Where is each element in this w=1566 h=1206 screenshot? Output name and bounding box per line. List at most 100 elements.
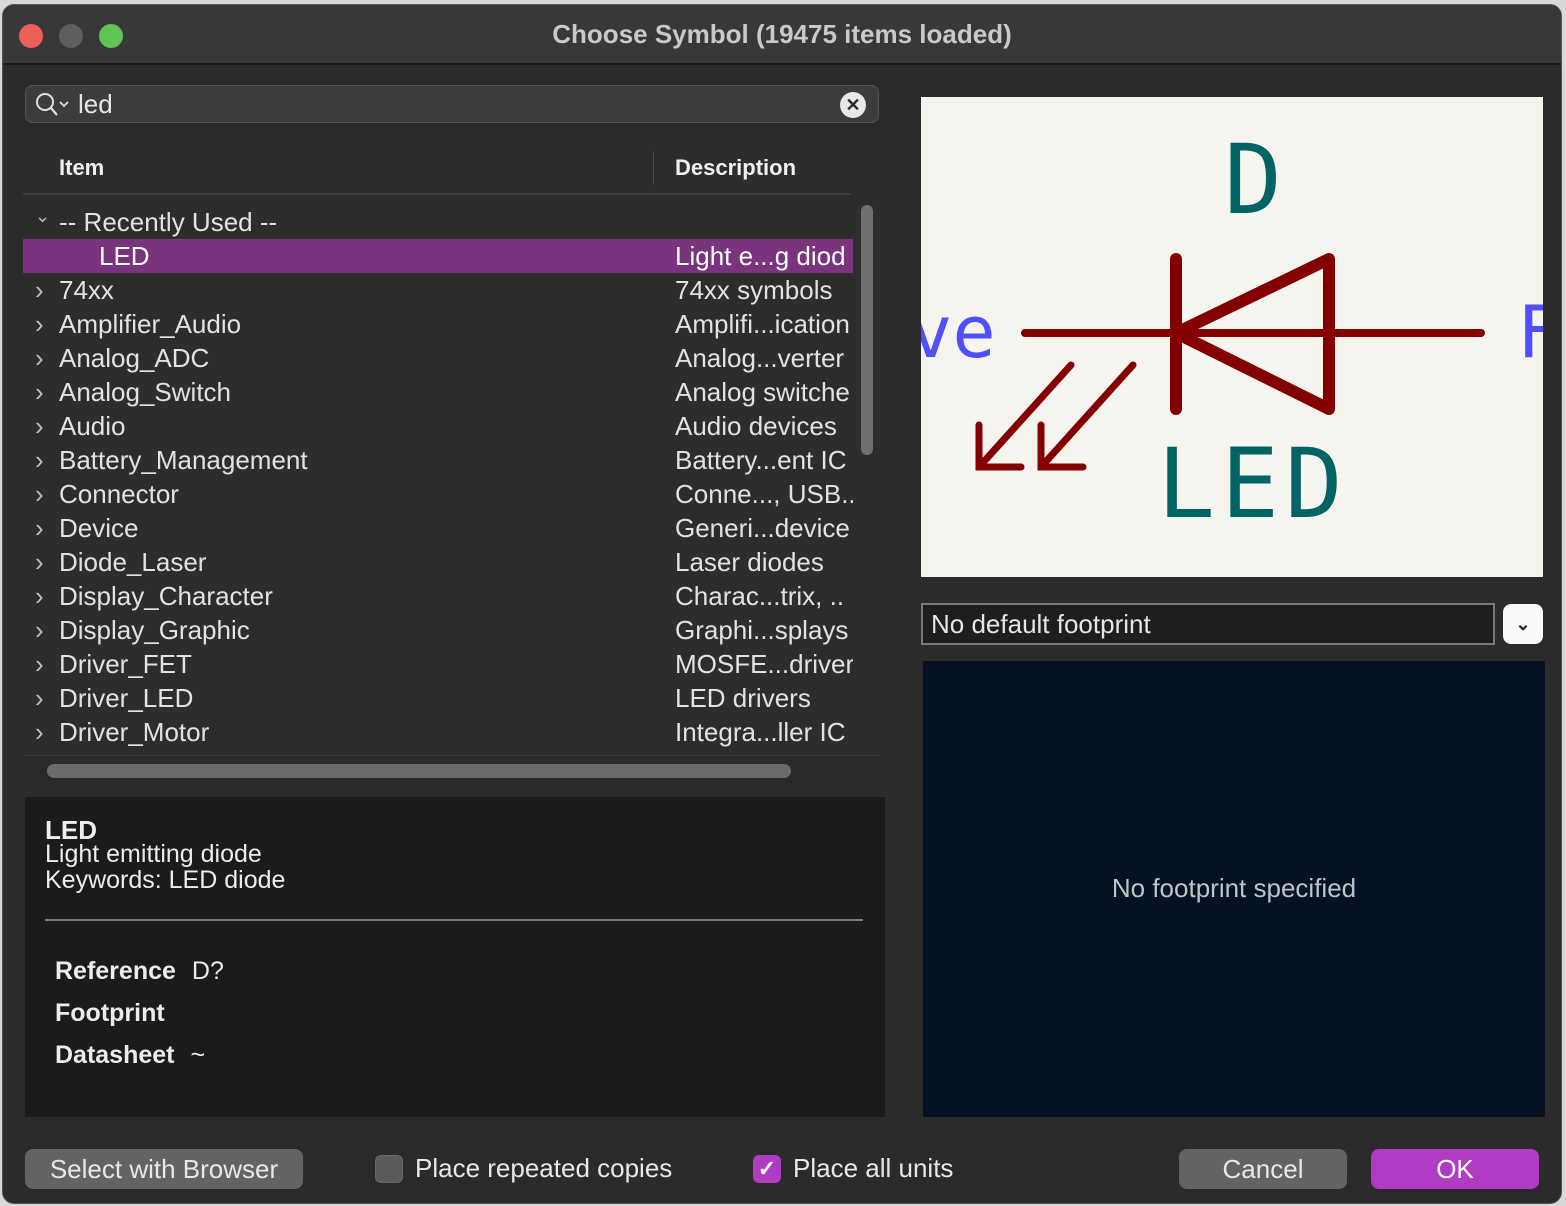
search-input[interactable] [78,88,818,120]
chevron-right-icon[interactable]: › [35,613,51,647]
tree-row-description: Audio devices [675,411,837,441]
chevron-right-icon[interactable]: › [35,647,51,681]
property-value: D? [191,957,224,985]
footprint-preview: No footprint specified [923,661,1545,1117]
property-datasheet: Datasheet ~ [55,1041,205,1070]
symbol-description: Light emitting diode [45,840,262,868]
chevron-right-icon[interactable]: › [35,375,51,409]
tree-row-description: Generi...device [675,513,850,543]
checkmark-icon: ✓ [757,1156,777,1181]
property-value[interactable]: ~ [191,1041,206,1069]
symbol-info-panel: LED Light emitting diode Keywords: LED d… [25,797,885,1117]
tree-row-library[interactable]: › Analog_ADC Analog...verter [23,341,853,375]
tree-row-description: Charac...trix, .. [675,581,845,611]
tree-row-description: LED drivers [675,683,811,713]
ok-button[interactable]: OK [1371,1149,1539,1189]
chevron-down-icon[interactable]: ⌄ [1503,604,1543,644]
value-field: LED [1157,428,1348,540]
horizontal-scroll-thumb[interactable] [47,764,791,778]
tree-row-name: Audio [59,411,126,441]
tree-row-description: Graphi...splays [675,615,849,645]
led-symbol-drawing: ve F D LED [921,124,1543,540]
symbol-tree: Item Description ⌄ -- Recently Used -- LED… [23,143,881,782]
chevron-right-icon[interactable]: › [35,511,51,545]
tree-row-library[interactable]: › Driver_LED LED drivers [23,681,853,715]
property-label: Footprint [55,999,165,1027]
footprint-message: No footprint specified [1111,873,1357,903]
chevron-right-icon[interactable]: › [35,443,51,477]
info-divider [45,919,863,921]
clear-search-icon[interactable]: ✕ [840,92,866,118]
horizontal-scrollbar[interactable] [23,755,881,782]
tree-row-description: Amplifi...ication [675,309,850,339]
tree-row-library[interactable]: › Device Generi...device [23,511,853,545]
chevron-right-icon[interactable]: › [35,409,51,443]
tree-row-library[interactable]: › 74xx 74xx symbols [23,273,853,307]
search-field[interactable]: ✕ [25,85,879,123]
tree-row-library[interactable]: › Audio Audio devices [23,409,853,443]
vertical-scroll-thumb[interactable] [861,205,873,455]
tree-row-name: LED [99,241,150,271]
chevron-right-icon[interactable]: › [35,307,51,341]
chevron-right-icon[interactable]: › [35,341,51,375]
tree-row-description: Integra...ller IC [675,717,846,747]
column-header-item[interactable]: Item [59,155,104,181]
left-pin-name: ve [921,290,996,374]
cancel-button[interactable]: Cancel [1179,1149,1347,1189]
title-bar: Choose Symbol (19475 items loaded) [3,5,1561,65]
reference-field: D [1224,124,1282,236]
chevron-down-icon[interactable]: ⌄ [35,205,51,233]
tree-row-description: Laser diodes [675,547,824,577]
choose-symbol-dialog: Choose Symbol (19475 items loaded) ✕ Ite… [2,4,1562,1204]
tree-row-name: Battery_Management [59,445,308,475]
tree-row-library[interactable]: › Driver_Motor Integra...ller IC [23,715,853,749]
tree-row-library[interactable]: › Amplifier_Audio Amplifi...ication [23,307,853,341]
chevron-right-icon[interactable]: › [35,477,51,511]
tree-row-name: 74xx [59,275,114,305]
symbol-keywords: Keywords: LED diode [45,866,286,894]
property-footprint: Footprint [55,999,181,1028]
tree-rows: ⌄ -- Recently Used -- LED Light e...g diod ›… [23,205,853,753]
tree-row-description: Analog switche [675,377,850,407]
tree-row-description: 74xx symbols [675,275,833,305]
select-with-browser-button[interactable]: Select with Browser [25,1149,303,1189]
tree-row-library[interactable]: › Driver_FET MOSFE...driver [23,647,853,681]
property-label: Datasheet [55,1041,175,1069]
chevron-right-icon[interactable]: › [35,579,51,613]
tree-row-name: Driver_Motor [59,717,210,747]
vertical-scrollbar[interactable] [859,205,875,753]
tree-row-name: Analog_Switch [59,377,231,407]
tree-row-name: Analog_ADC [59,343,210,373]
chevron-right-icon[interactable]: › [35,545,51,579]
tree-row-description: MOSFE...driver [675,649,853,679]
tree-row-name: Connector [59,479,179,509]
footprint-select[interactable]: No default footprint [921,603,1495,645]
symbol-description-block: Light emitting diode Keywords: LED diode [45,841,285,893]
tree-row-name: Diode_Laser [59,547,207,577]
tree-row-library[interactable]: › Connector Conne..., USB.. [23,477,853,511]
tree-row-name: Device [59,513,139,543]
tree-row-library[interactable]: › Diode_Laser Laser diodes [23,545,853,579]
tree-row-library[interactable]: › Analog_Switch Analog switche [23,375,853,409]
place-repeated-copies-checkbox[interactable] [375,1155,403,1183]
chevron-right-icon[interactable]: › [35,715,51,749]
tree-row-library[interactable]: › Display_Character Charac...trix, .. [23,579,853,613]
emission-arrows [975,361,1137,471]
tree-row-name: Driver_LED [59,683,194,713]
right-pin-name: F [1517,290,1543,374]
tree-row-library[interactable]: › Display_Graphic Graphi...splays [23,613,853,647]
tree-row-library[interactable]: ⌄ -- Recently Used -- [23,205,853,239]
place-all-units-label[interactable]: Place all units [793,1153,953,1184]
column-header-description[interactable]: Description [675,155,796,181]
tree-row-symbol[interactable]: LED Light e...g diod [23,239,853,273]
symbol-preview: ve F D LED [921,97,1543,577]
column-divider[interactable] [653,151,654,185]
tree-row-name: Amplifier_Audio [59,309,242,339]
chevron-right-icon[interactable]: › [35,273,51,307]
place-all-units-checkbox[interactable]: ✓ [753,1155,781,1183]
place-repeated-copies-label[interactable]: Place repeated copies [415,1153,672,1184]
search-icon[interactable] [34,91,74,119]
chevron-right-icon[interactable]: › [35,681,51,715]
property-label: Reference [55,957,176,985]
tree-row-library[interactable]: › Battery_Management Battery...ent IC [23,443,853,477]
